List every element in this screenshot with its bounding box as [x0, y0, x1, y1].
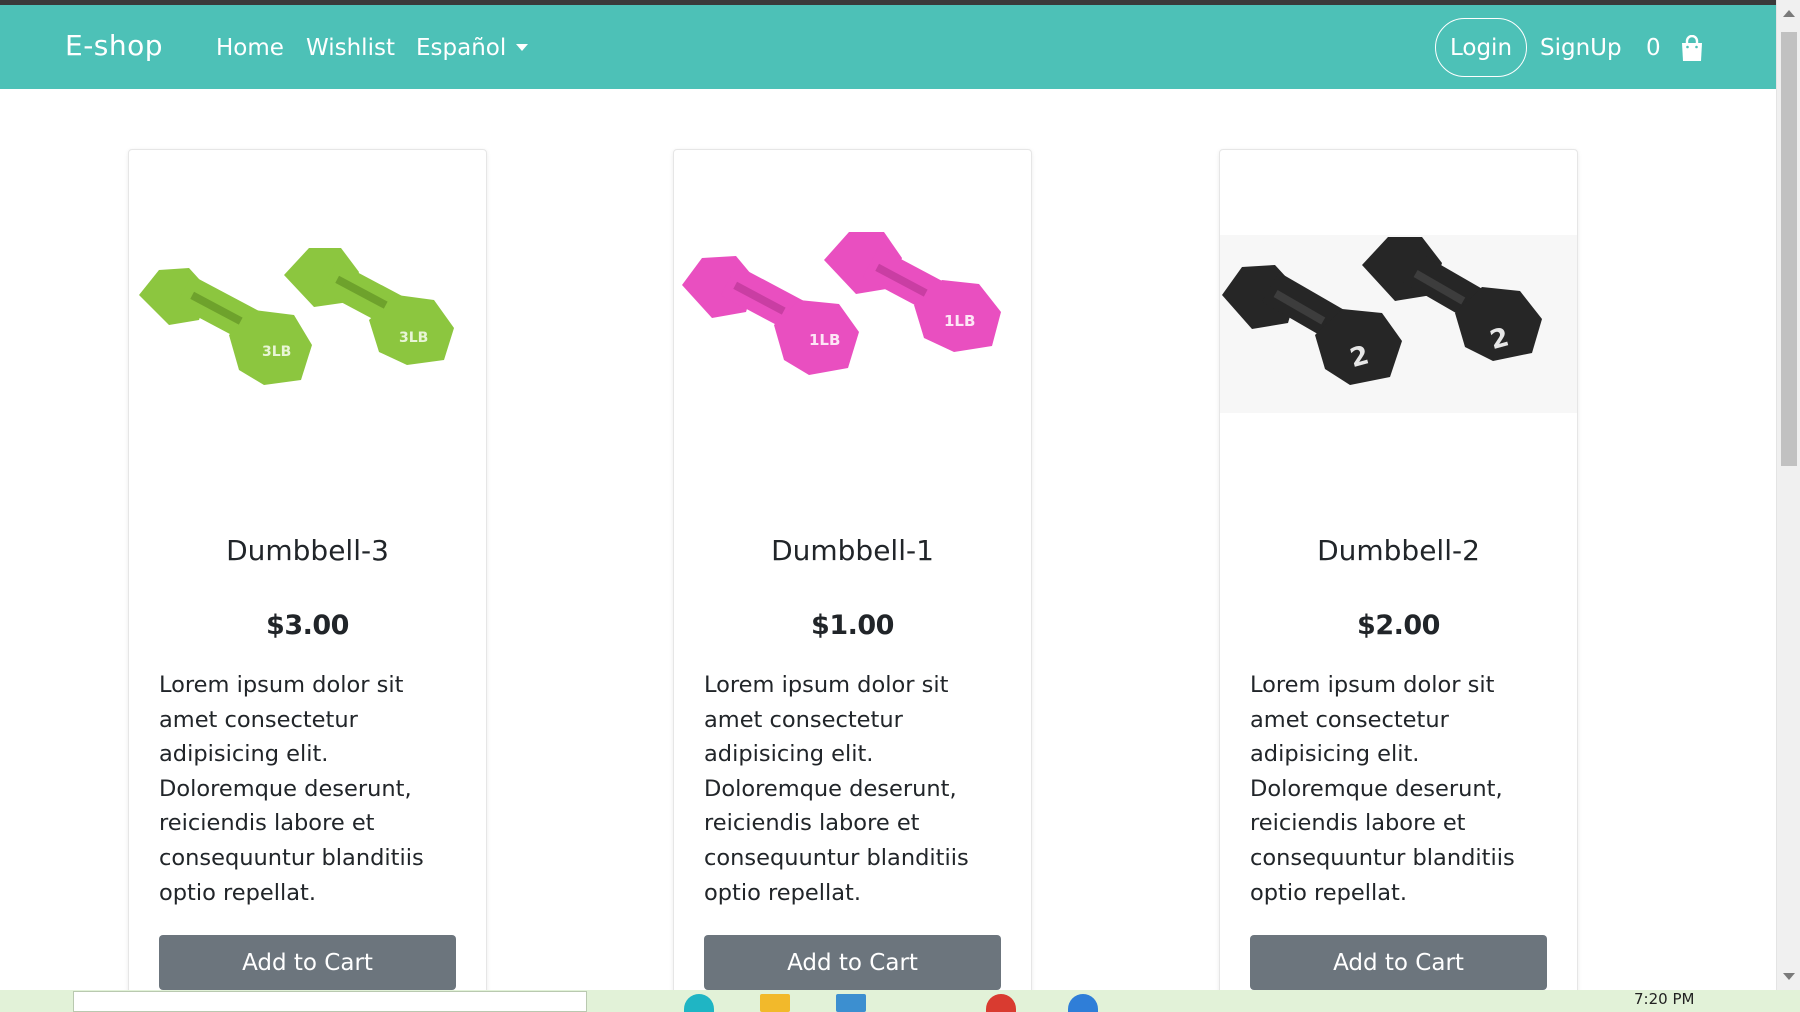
product-description: Lorem ipsum dolor sit amet consectetur a… — [1250, 672, 1515, 906]
taskbar-app-icon[interactable] — [836, 994, 866, 1012]
language-label: Español — [416, 35, 507, 61]
product-image[interactable]: 2 2 — [1220, 235, 1577, 413]
taskbar-clock: 7:20 PM — [1634, 990, 1695, 1008]
taskbar-app-icon[interactable] — [684, 994, 714, 1012]
shopping-bag-icon[interactable] — [1680, 35, 1704, 63]
os-taskbar: 7:20 PM — [0, 990, 1800, 1012]
product-image[interactable]: 1LB 1LB — [674, 220, 1031, 430]
scroll-up-arrow-icon[interactable] — [1783, 10, 1795, 17]
product-price: $1.00 — [811, 610, 894, 641]
product-card: 1LB 1LB Dumbbell-1 $1.00 Lorem ipsum dol… — [673, 149, 1032, 1009]
product-card: 2 2 Dumbbell-2 $2.00 Lorem ipsum dolor s… — [1219, 149, 1578, 1009]
svg-text:1LB: 1LB — [944, 312, 975, 330]
product-title: Dumbbell-1 — [771, 534, 934, 567]
navbar: E-shop Home Wishlist Español Login SignU… — [0, 5, 1776, 89]
chrome-icon[interactable] — [986, 994, 1016, 1012]
scroll-thumb[interactable] — [1781, 32, 1797, 466]
scroll-down-arrow-icon[interactable] — [1783, 973, 1795, 980]
product-description: Lorem ipsum dolor sit amet consectetur a… — [704, 672, 969, 906]
product-description: Lorem ipsum dolor sit amet consectetur a… — [159, 672, 424, 906]
signup-link[interactable]: SignUp — [1540, 35, 1622, 61]
product-title: Dumbbell-2 — [1317, 534, 1480, 567]
nav-wishlist-link[interactable]: Wishlist — [306, 35, 395, 61]
svg-text:3LB: 3LB — [262, 344, 291, 360]
add-to-cart-button[interactable]: Add to Cart — [1250, 935, 1547, 990]
product-price: $3.00 — [266, 610, 349, 641]
product-card: 3LB 3LB Dumbbell-3 $3.00 Lorem ipsum dol… — [128, 149, 487, 1009]
taskbar-search-box[interactable] — [73, 991, 587, 1012]
file-explorer-icon[interactable] — [760, 994, 790, 1012]
vscode-icon[interactable] — [1068, 994, 1098, 1012]
add-to-cart-button[interactable]: Add to Cart — [159, 935, 456, 990]
add-to-cart-button[interactable]: Add to Cart — [704, 935, 1001, 990]
cart-count: 0 — [1646, 35, 1661, 61]
product-title: Dumbbell-3 — [226, 534, 389, 567]
language-dropdown[interactable]: Español — [416, 35, 529, 61]
browser-viewport: E-shop Home Wishlist Español Login SignU… — [0, 0, 1800, 1012]
nav-home-link[interactable]: Home — [216, 35, 284, 61]
svg-text:3LB: 3LB — [399, 330, 428, 346]
login-button[interactable]: Login — [1435, 18, 1527, 77]
product-image[interactable]: 3LB 3LB — [129, 220, 486, 430]
product-price: $2.00 — [1357, 610, 1440, 641]
vertical-scrollbar[interactable] — [1776, 0, 1800, 990]
caret-down-icon — [516, 44, 529, 51]
brand-logo[interactable]: E-shop — [65, 29, 163, 62]
svg-text:1LB: 1LB — [809, 331, 840, 349]
